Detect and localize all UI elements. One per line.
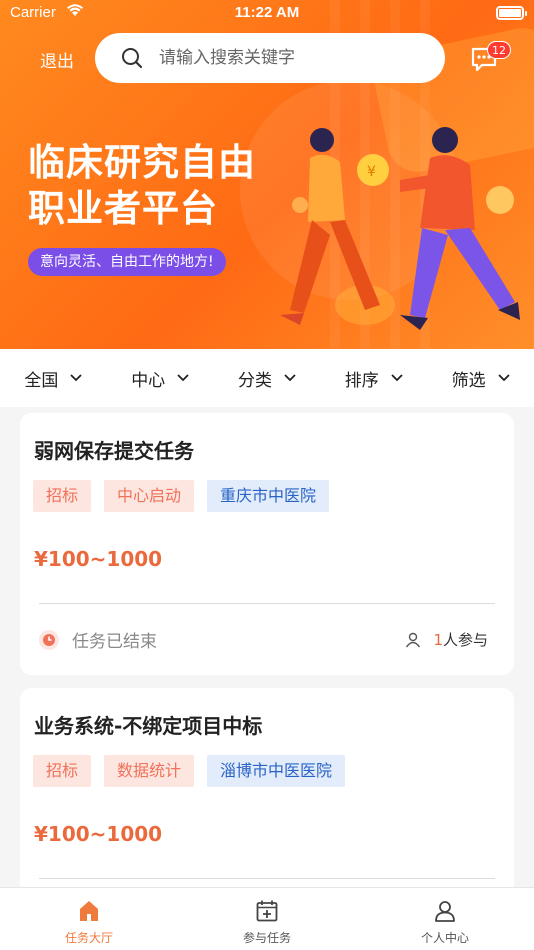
filter-label: 中心 — [131, 370, 166, 391]
tab-joined-tasks[interactable]: 参与任务 — [178, 888, 356, 950]
person-icon — [406, 632, 421, 647]
task-price: ¥100~1000 — [34, 822, 163, 846]
filter-label: 筛选 — [451, 370, 486, 391]
home-icon — [80, 901, 98, 921]
message-button[interactable]: 12 — [470, 41, 511, 74]
search-icon — [122, 48, 143, 69]
tab-label: 参与任务 — [242, 931, 291, 945]
chevron-down-icon — [70, 374, 83, 382]
search-input[interactable] — [159, 48, 419, 68]
filter-sort[interactable]: 排序 — [320, 366, 427, 391]
clock-icon — [39, 629, 59, 650]
task-status-label: 任务已结束 — [72, 632, 157, 652]
search-bar[interactable] — [95, 33, 445, 83]
task-tags: 招标 中心启动 重庆市中医院 — [33, 480, 330, 512]
task-tag: 中心启动 — [104, 480, 195, 512]
people-exchange-illustration: ¥ — [280, 127, 520, 330]
user-icon — [435, 901, 455, 922]
task-title: 弱网保存提交任务 — [34, 439, 194, 463]
filter-bar: 全国 中心 分类 排序 筛选 — [0, 349, 534, 407]
tab-label: 任务大厅 — [64, 931, 113, 945]
chevron-down-icon — [497, 374, 510, 382]
task-tag: 招标 — [33, 480, 92, 512]
task-price: ¥100~1000 — [34, 547, 163, 571]
filter-label: 排序 — [344, 370, 379, 391]
status-bar: Carrier 11:22 AM — [0, 0, 534, 28]
task-participants: 1 人参与 — [405, 629, 488, 650]
task-tag: 招标 — [33, 755, 92, 787]
logout-button[interactable]: 退出 — [40, 47, 74, 72]
task-tag: 数据统计 — [104, 755, 195, 787]
task-hospital-tag: 淄博市中医医院 — [207, 755, 346, 787]
battery-icon — [496, 6, 527, 20]
chevron-down-icon — [284, 374, 296, 382]
tab-label: 个人中心 — [420, 931, 469, 945]
filter-label: 分类 — [237, 370, 272, 391]
card-divider — [39, 878, 495, 879]
banner-subtitle: 意向灵活、自由工作的地方! — [28, 248, 226, 276]
task-hospital-tag: 重庆市中医院 — [207, 480, 330, 512]
calendar-add-icon — [256, 900, 278, 922]
tab-profile[interactable]: 个人中心 — [356, 888, 534, 950]
filter-label: 全国 — [24, 370, 59, 391]
filter-center[interactable]: 中心 — [107, 366, 214, 391]
task-status: 任务已结束 — [38, 627, 157, 652]
bottom-tab-bar: 任务大厅 参与任务 个人中心 — [0, 887, 534, 950]
card-divider — [39, 603, 495, 604]
banner-title: 临床研究自由 职业者平台 — [28, 141, 256, 230]
filter-region[interactable]: 全国 — [0, 366, 107, 391]
task-card[interactable]: 弱网保存提交任务 招标 中心启动 重庆市中医院 ¥100~1000 任务已结束 … — [20, 413, 514, 675]
chevron-down-icon — [391, 374, 403, 382]
svg-text:¥: ¥ — [367, 164, 376, 180]
tab-task-hall[interactable]: 任务大厅 — [0, 888, 178, 950]
filter-category[interactable]: 分类 — [214, 366, 321, 391]
participants-count: 1 — [433, 630, 443, 649]
status-time: 11:22 AM — [234, 4, 300, 21]
message-count-badge: 12 — [487, 41, 511, 59]
task-tags: 招标 数据统计 淄博市中医医院 — [33, 755, 346, 787]
participants-suffix: 人参与 — [442, 631, 488, 649]
chevron-down-icon — [177, 374, 189, 382]
task-title: 业务系统-不绑定项目中标 — [34, 714, 263, 738]
filter-screen[interactable]: 筛选 — [427, 366, 534, 391]
